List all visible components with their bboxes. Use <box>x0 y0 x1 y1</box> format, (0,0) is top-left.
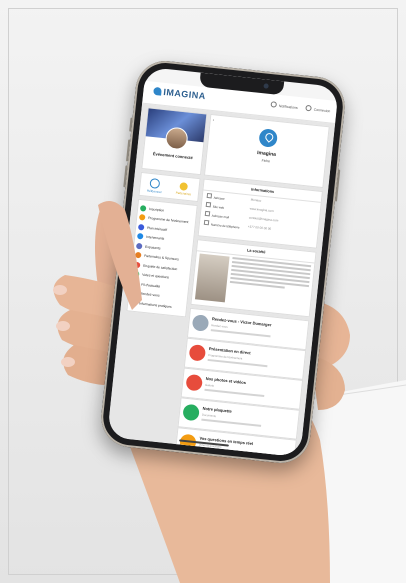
photo-background: IMAGINA Notifications Connexion Événemen… <box>0 0 406 583</box>
thumb <box>98 201 142 310</box>
